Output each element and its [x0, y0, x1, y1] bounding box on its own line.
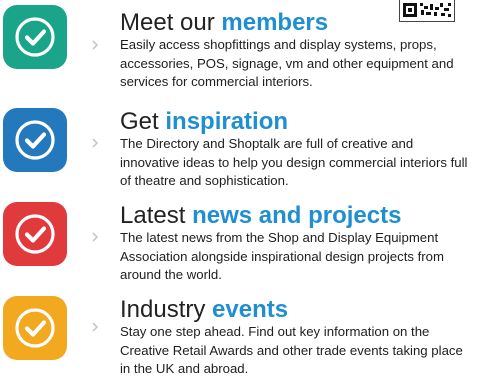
- events-badge: [3, 296, 67, 360]
- chevron-right-icon: [92, 322, 99, 332]
- news-badge: [3, 202, 67, 266]
- chevron-right-icon: [92, 40, 99, 50]
- chevron-right-icon: [92, 232, 99, 242]
- feature-description: The Directory and Shoptalk are full of c…: [120, 136, 468, 188]
- feature-description: Easily access shopfittings and display s…: [120, 37, 454, 89]
- qr-code: [399, 0, 455, 22]
- title-plain: Meet our: [120, 9, 215, 36]
- feature-title: Get inspiration: [120, 109, 288, 135]
- feature-description: The latest news from the Shop and Displa…: [120, 230, 445, 282]
- title-plain: Latest: [120, 202, 186, 229]
- check-circle-icon: [3, 108, 67, 172]
- feature-description: Stay one step ahead. Find out key inform…: [120, 324, 463, 376]
- check-circle-icon: [3, 5, 67, 69]
- chevron-right-icon: [92, 138, 99, 148]
- title-emphasis: members: [221, 9, 329, 36]
- feature-title: Latest news and projects: [120, 203, 401, 229]
- check-circle-icon: [3, 296, 67, 360]
- inspiration-badge: [3, 108, 67, 172]
- members-badge: [3, 5, 67, 69]
- title-plain: Get: [120, 108, 159, 135]
- check-circle-icon: [3, 202, 67, 266]
- title-emphasis: inspiration: [165, 108, 289, 135]
- title-emphasis: news and projects: [192, 202, 402, 229]
- feature-title: Industry events: [120, 297, 288, 323]
- title-emphasis: events: [212, 296, 289, 323]
- feature-title: Meet our members: [120, 10, 328, 36]
- title-plain: Industry: [120, 296, 206, 323]
